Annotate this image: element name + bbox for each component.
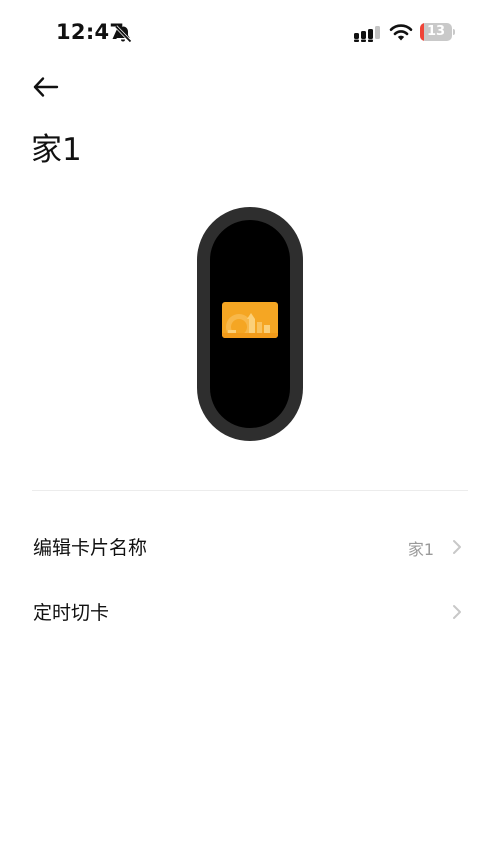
scheduled-card-switch-label: 定时切卡: [33, 602, 110, 624]
battery-cap: [453, 29, 455, 35]
signal-icon: [354, 26, 380, 42]
back-button[interactable]: [30, 72, 64, 102]
band-preview: [197, 207, 303, 441]
status-bar: 12:47 13: [0, 0, 500, 66]
chevron-right-icon: [453, 540, 461, 554]
scheduled-card-switch-row[interactable]: 定时切卡: [0, 581, 500, 643]
divider: [32, 490, 468, 491]
card-thumbnail: [222, 302, 278, 338]
bell-off-icon: [114, 25, 132, 43]
card-name-value: 家1: [407, 540, 434, 559]
edit-card-name-row[interactable]: 编辑卡片名称 家1: [0, 516, 500, 578]
edit-card-name-label: 编辑卡片名称: [33, 537, 148, 559]
arrow-left-icon: [33, 77, 59, 97]
page-title: 家1: [31, 132, 82, 168]
battery-percentage: 13: [426, 24, 446, 39]
chevron-right-icon: [453, 605, 461, 619]
card-detail-page: 12:47 13 家1 编辑卡片名称 家1 定时切卡: [0, 0, 500, 857]
battery-icon: 13: [420, 23, 456, 43]
battery-body: 13: [420, 23, 452, 41]
wifi-icon: [389, 24, 413, 41]
